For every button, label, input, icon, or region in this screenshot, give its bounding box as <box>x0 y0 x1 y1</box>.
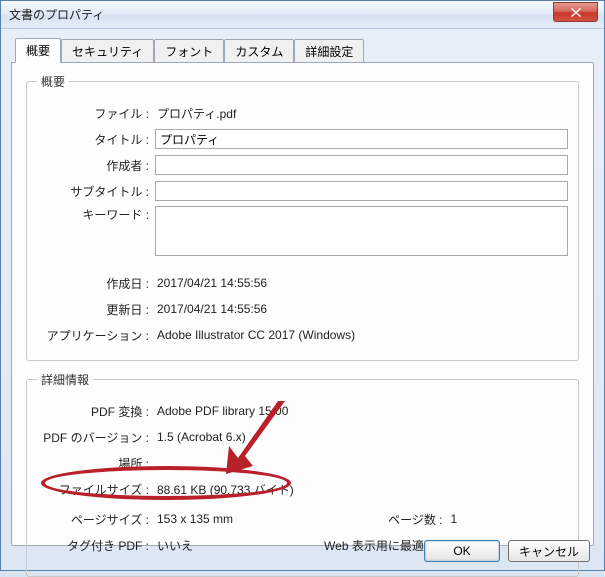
label-file: ファイル : <box>37 105 149 122</box>
overview-legend: 概要 <box>37 73 69 90</box>
document-properties-window: 文書のプロパティ 概要 セキュリティ フォント カスタム 詳細設定 概要 ファイ… <box>0 0 605 571</box>
detail-legend: 詳細情報 <box>37 371 93 388</box>
close-button[interactable] <box>553 2 598 22</box>
tab-bar: 概要 セキュリティ フォント カスタム 詳細設定 <box>15 37 594 62</box>
value-file: プロパティ.pdf <box>157 105 236 122</box>
input-title[interactable] <box>155 129 568 149</box>
tab-advanced[interactable]: 詳細設定 <box>294 39 364 63</box>
value-page-size: 153 x 135 mm <box>157 512 233 526</box>
label-pdf-version: PDF のバージョン : <box>37 429 149 446</box>
label-location: 場所 : <box>37 455 149 472</box>
label-file-size: ファイルサイズ : <box>37 481 149 498</box>
label-application: アプリケーション : <box>37 327 149 344</box>
client-area: 概要 セキュリティ フォント カスタム 詳細設定 概要 ファイル : プロパティ… <box>1 29 604 546</box>
value-pdf-version: 1.5 (Acrobat 6.x) <box>157 430 246 444</box>
ok-button[interactable]: OK <box>424 540 500 562</box>
value-application: Adobe Illustrator CC 2017 (Windows) <box>157 328 355 342</box>
value-pdf-producer: Adobe PDF library 15.00 <box>157 404 288 418</box>
value-created: 2017/04/21 14:55:56 <box>157 276 267 290</box>
value-page-count: 1 <box>451 512 458 526</box>
cancel-button[interactable]: キャンセル <box>508 540 590 562</box>
label-created: 作成日 : <box>37 275 149 292</box>
value-tagged-pdf: いいえ <box>157 537 193 554</box>
tab-fonts[interactable]: フォント <box>154 39 224 63</box>
input-author[interactable] <box>155 155 568 175</box>
dialog-button-bar: OK キャンセル <box>424 540 590 562</box>
titlebar: 文書のプロパティ <box>1 1 604 29</box>
label-author: 作成者 : <box>37 157 149 174</box>
tab-overview[interactable]: 概要 <box>15 38 61 63</box>
tab-panel-overview: 概要 ファイル : プロパティ.pdf タイトル : 作成者 : サブタイトル … <box>11 62 594 546</box>
label-title: タイトル : <box>37 131 149 148</box>
label-page-count: ページ数 : <box>303 511 443 528</box>
close-icon <box>571 8 581 17</box>
input-subtitle[interactable] <box>155 181 568 201</box>
input-keywords[interactable] <box>155 206 568 256</box>
window-title: 文書のプロパティ <box>9 6 104 23</box>
label-pdf-producer: PDF 変換 : <box>37 403 149 420</box>
label-keywords: キーワード : <box>37 206 149 223</box>
value-modified: 2017/04/21 14:55:56 <box>157 302 267 316</box>
label-page-size: ページサイズ : <box>37 511 149 528</box>
overview-group: 概要 ファイル : プロパティ.pdf タイトル : 作成者 : サブタイトル … <box>26 73 579 361</box>
label-tagged-pdf: タグ付き PDF : <box>37 537 149 554</box>
tab-security[interactable]: セキュリティ <box>61 39 154 63</box>
tab-custom[interactable]: カスタム <box>224 39 294 63</box>
value-file-size: 88.61 KB (90,733 バイト) <box>157 481 294 498</box>
label-fast-web: Web 表示用に最適化 : <box>303 537 443 554</box>
label-subtitle: サブタイトル : <box>37 183 149 200</box>
label-modified: 更新日 : <box>37 301 149 318</box>
